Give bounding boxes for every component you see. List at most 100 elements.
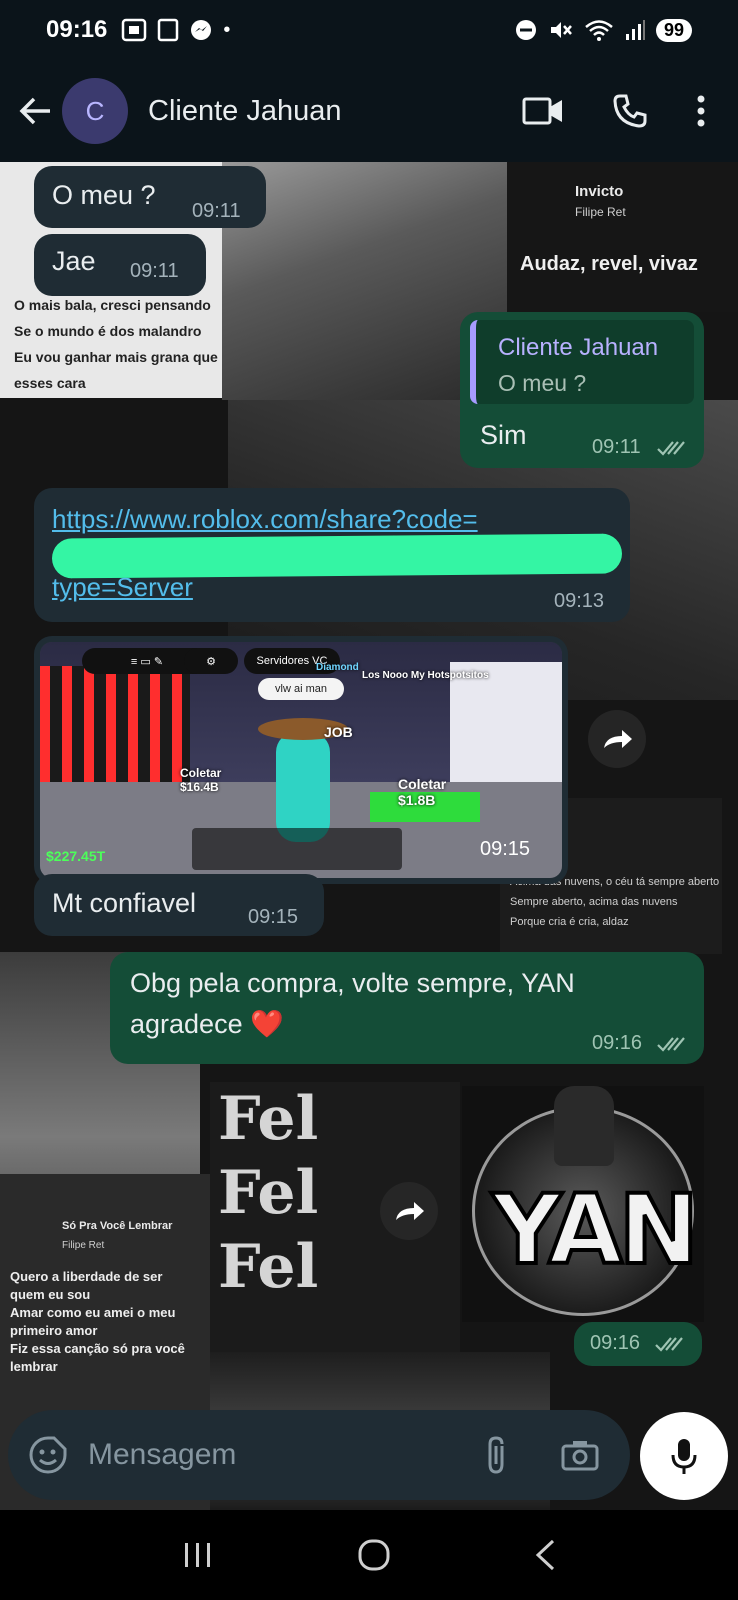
song1-title: Invicto — [575, 183, 624, 200]
video-call-icon[interactable] — [522, 96, 564, 126]
game-diamond-label: Diamond — [316, 662, 359, 673]
message-time: 09:11 — [192, 200, 241, 222]
message-incoming-link[interactable]: https://www.roblox.com/share?code= type=… — [34, 488, 630, 622]
message-input-bar[interactable]: Mensagem — [8, 1410, 630, 1500]
message-link[interactable]: https://www.roblox.com/share?code= — [52, 504, 478, 535]
message-text: Sim — [480, 420, 527, 450]
chat-area[interactable]: O mais bala, cresci pensando Se o mundo … — [0, 162, 738, 1510]
back-nav-icon[interactable] — [533, 1538, 557, 1572]
game-collect2: Coletar $1.8B — [398, 776, 446, 808]
wallpaper-fel-text: Fel Fel Fel — [218, 1082, 318, 1304]
lyric-line: esses cara — [14, 375, 86, 391]
forward-icon — [604, 730, 632, 748]
collect-value: $1.8B — [398, 792, 436, 808]
lyric-line: Amar como eu amei o meu — [10, 1305, 176, 1320]
message-time: 09:11 — [592, 436, 641, 458]
collect-label: Coletar — [180, 766, 222, 780]
attach-icon[interactable] — [482, 1434, 510, 1476]
contact-avatar[interactable]: C — [62, 78, 128, 144]
message-text: agradece — [130, 1009, 243, 1039]
avatar-letter: C — [85, 95, 105, 126]
message-time: 09:11 — [130, 260, 179, 282]
lyric-line: lembrar — [10, 1359, 58, 1374]
game-collect1: Coletar $16.4B — [180, 766, 221, 794]
message-outgoing-reply[interactable]: Cliente Jahuan O meu ? Sim 09:11 — [460, 312, 704, 468]
game-screenshot-image[interactable]: ≡ ▭ ✎ ⚙ Servidores VC Diamond Los Nooo M… — [40, 642, 562, 878]
message-text-line2: agradece ❤️ — [130, 1008, 284, 1040]
more-options-icon[interactable] — [696, 94, 706, 128]
header-actions — [522, 93, 720, 129]
message-incoming[interactable]: Jae 09:11 — [34, 234, 206, 296]
song1-artist: Filipe Ret — [575, 205, 626, 219]
mute-icon — [550, 22, 572, 38]
game-title-right: Los Nooo My Hotspotsitos — [362, 670, 489, 681]
fel-line: Fel — [218, 1158, 319, 1228]
lyric-line: Porque cria é cria, aldaz — [510, 916, 629, 928]
game-chat-bubble: vlw ai man — [258, 678, 344, 700]
fel-line: Fel — [218, 1232, 319, 1302]
quoted-sender: Cliente Jahuan — [498, 334, 659, 361]
song2-title: Só Pra Você Lembrar — [62, 1220, 173, 1232]
wallpaper-song1: Invicto Filipe Ret — [575, 182, 626, 222]
sticker-emoji-icon[interactable] — [28, 1435, 68, 1475]
read-ticks-icon — [657, 441, 685, 456]
system-nav-bar — [0, 1510, 738, 1600]
lyric-line: quem eu sou — [10, 1287, 91, 1302]
message-text: O meu ? — [52, 180, 156, 210]
voice-record-button[interactable] — [640, 1412, 728, 1500]
wallpaper-lyrics-bottom: Quero a liberdade de ser quem eu sou Ama… — [10, 1268, 185, 1376]
quoted-message[interactable]: Cliente Jahuan O meu ? — [470, 320, 694, 404]
read-ticks-icon — [657, 1037, 685, 1052]
message-text: Mt confiavel — [52, 888, 197, 918]
forward-button[interactable] — [380, 1182, 438, 1240]
lyric-line: Quero a liberdade de ser — [10, 1269, 163, 1284]
back-arrow-icon — [19, 97, 50, 125]
lyric-line: Sempre aberto, acima das nuvens — [510, 896, 678, 908]
home-icon[interactable] — [356, 1537, 392, 1573]
message-input[interactable]: Mensagem — [88, 1438, 236, 1472]
message-outgoing[interactable]: Obg pela compra, volte sempre, YAN agrad… — [110, 952, 704, 1064]
fel-line: Fel — [218, 1084, 319, 1154]
read-ticks-icon — [655, 1337, 683, 1352]
game-settings-pill: ⚙ — [184, 648, 238, 674]
back-button[interactable] — [18, 94, 52, 128]
game-red-stripes — [40, 666, 190, 786]
sticker-text: YAN — [490, 1172, 701, 1288]
game-job-label: JOB — [324, 724, 353, 740]
forward-button[interactable] — [588, 710, 646, 768]
collect-label: Coletar — [398, 776, 447, 792]
message-text: Jae — [52, 246, 96, 276]
sticker-time-badge: 09:16 — [574, 1322, 702, 1366]
lyric-line: primeiro amor — [10, 1323, 98, 1338]
message-incoming[interactable]: Mt confiavel 09:15 — [34, 874, 324, 936]
contact-name[interactable]: Cliente Jahuan — [148, 95, 341, 128]
quoted-text: O meu ? — [498, 370, 587, 396]
lyric-line: Eu vou ganhar mais grana que — [14, 349, 218, 365]
game-toolbar — [192, 828, 402, 870]
game-character — [276, 732, 330, 842]
do-not-disturb-icon — [515, 20, 536, 40]
message-time: 09:13 — [554, 590, 605, 612]
message-link-end[interactable]: type=Server — [52, 572, 193, 603]
game-money: $227.45T — [46, 848, 106, 864]
recent-apps-icon[interactable] — [181, 1540, 215, 1570]
message-incoming[interactable]: O meu ? 09:11 — [34, 166, 266, 228]
battery-badge: 99 — [655, 18, 692, 42]
message-time: 09:15 — [248, 906, 299, 928]
camera-icon[interactable] — [560, 1438, 600, 1472]
screenshot-icon — [122, 18, 147, 42]
voice-call-icon[interactable] — [612, 93, 648, 129]
status-icons-right: 99 — [514, 18, 692, 42]
sticker-character — [554, 1086, 614, 1166]
sticker-image[interactable]: YAN — [462, 1086, 704, 1322]
messenger-icon — [191, 20, 212, 40]
status-bar: 09:16 • 99 — [0, 0, 738, 60]
status-icons-left: • — [121, 18, 230, 42]
message-time: 09:16 — [592, 1032, 643, 1054]
microphone-icon — [671, 1439, 697, 1474]
status-time: 09:16 — [46, 16, 108, 43]
chat-header: C Cliente Jahuan — [0, 60, 738, 162]
wallpaper-song2: Só Pra Você Lembrar Filipe Ret — [62, 1216, 172, 1256]
status-dot: • — [223, 18, 231, 41]
message-text-line1: Obg pela compra, volte sempre, YAN — [130, 968, 575, 998]
